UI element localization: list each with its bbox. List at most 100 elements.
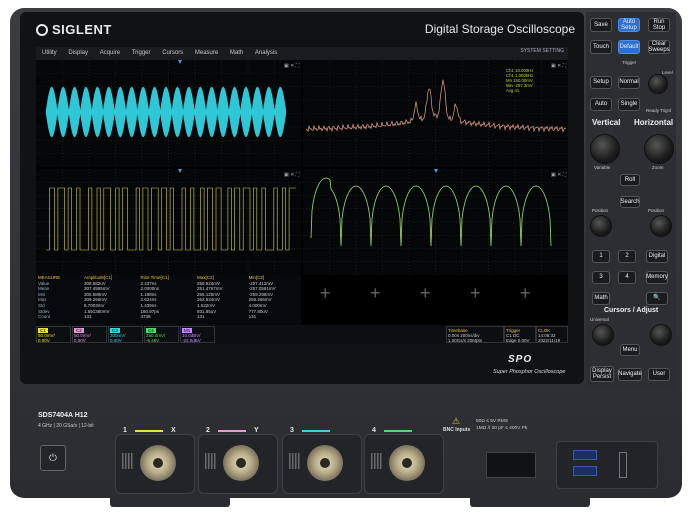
bnc-input-3[interactable] bbox=[282, 434, 362, 494]
menu-analysis[interactable]: Analysis bbox=[255, 50, 277, 56]
trigger-level-knob[interactable] bbox=[648, 74, 668, 94]
input-number-3: 3 bbox=[290, 427, 294, 434]
add-measure-icon[interactable]: + bbox=[470, 283, 481, 304]
bnc-input-1[interactable] bbox=[115, 434, 195, 494]
add-measure-icon[interactable]: + bbox=[320, 283, 331, 304]
power-button[interactable]: ⏻ bbox=[40, 445, 66, 471]
normal-button[interactable]: Normal bbox=[618, 76, 640, 89]
vertical-section-label: Vertical bbox=[592, 118, 621, 127]
channel-box-m1[interactable]: M1 10.0dBV/-22.0dBV bbox=[180, 326, 215, 343]
clear-sweeps-button[interactable]: Clear Sweeps bbox=[648, 40, 670, 54]
vertical-scale-knob[interactable] bbox=[590, 134, 620, 164]
bnc-input-2[interactable] bbox=[198, 434, 278, 494]
input-color-bar bbox=[302, 430, 330, 432]
timebase-rate: 1.00Gs/s bbox=[448, 338, 467, 343]
system-setting-status[interactable]: SYSTEM SETTING bbox=[520, 48, 564, 54]
save-button[interactable]: Save bbox=[590, 18, 612, 32]
memory-button[interactable]: Memory bbox=[646, 271, 668, 284]
input-axis-label: Y bbox=[254, 427, 259, 434]
universal-knob-b[interactable] bbox=[650, 324, 672, 346]
ready-indicator: Ready bbox=[646, 108, 660, 113]
channel-1-button[interactable]: 1 bbox=[592, 250, 610, 263]
usb-port[interactable] bbox=[573, 466, 597, 476]
menu-acquire[interactable]: Acquire bbox=[100, 50, 120, 56]
menu-measure[interactable]: Measure bbox=[195, 50, 218, 56]
single-button[interactable]: Single bbox=[618, 98, 640, 111]
auto-setup-button[interactable]: Auto Setup bbox=[618, 18, 640, 32]
menu-button[interactable]: Menu bbox=[620, 344, 640, 356]
setup-button[interactable]: Setup bbox=[590, 76, 612, 89]
bnc-pin bbox=[153, 458, 163, 468]
math-button[interactable]: Math bbox=[592, 292, 610, 305]
channel-setting: -22.0dBV bbox=[182, 338, 201, 343]
timebase-box[interactable]: Timebase 0.00s 200ns/div 1.00Gs/s 20Mpts bbox=[446, 326, 504, 343]
channel-3-button[interactable]: 3 bbox=[592, 271, 610, 284]
input-number-2: 2 bbox=[206, 427, 210, 434]
channel-setting: 0.00V bbox=[38, 338, 50, 343]
trigd-indicator: Trig'd bbox=[660, 108, 671, 113]
run-stop-button[interactable]: Run Stop bbox=[648, 18, 670, 32]
input-color-bar bbox=[135, 430, 163, 432]
input-axis-label: X bbox=[171, 427, 176, 434]
universal-knob-a[interactable] bbox=[592, 324, 614, 346]
menu-utility[interactable]: Utility bbox=[42, 50, 57, 56]
add-measure-icon[interactable]: + bbox=[420, 283, 431, 304]
table-cell: 131 bbox=[196, 314, 205, 320]
roll-button[interactable]: Roll bbox=[620, 174, 640, 186]
input-number-4: 4 bbox=[372, 427, 376, 434]
panel-icons-bottom-left[interactable]: ▣ ✕ ⛶ bbox=[284, 172, 300, 178]
menu-display[interactable]: Display bbox=[68, 50, 88, 56]
zoom-search-button[interactable]: 🔍 bbox=[646, 292, 668, 305]
user-button[interactable]: User bbox=[648, 368, 670, 381]
menu-math[interactable]: Math bbox=[230, 50, 243, 56]
siglent-logo-icon bbox=[36, 24, 48, 36]
universal-label: Universal bbox=[590, 317, 609, 322]
horizontal-scale-knob[interactable] bbox=[644, 134, 674, 164]
add-measure-icon[interactable]: + bbox=[520, 283, 531, 304]
menu-cursors[interactable]: Cursors bbox=[162, 50, 183, 56]
waveform-area[interactable]: ▣ ✕ ⛶ ▣ ✕ ⛶ ▣ ✕ ⛶ ▣ ✕ ⛶ Ch1 10.000Hz Ch1… bbox=[36, 60, 568, 275]
panel-icons-bottom-right[interactable]: ▣ ✕ ⛶ bbox=[551, 172, 567, 178]
power-icon: ⏻ bbox=[49, 452, 57, 464]
vertical-position-knob[interactable] bbox=[590, 215, 612, 237]
channel-box-c2[interactable]: C2 50.0mV/0.00V bbox=[72, 326, 107, 343]
probe-interface-icon bbox=[122, 453, 134, 469]
input-color-bar bbox=[384, 430, 412, 432]
aux-port[interactable] bbox=[619, 452, 627, 478]
bnc-inputs-label: BNC Inputs bbox=[443, 427, 471, 433]
trigger-level: 0.00V bbox=[517, 338, 530, 343]
cursors-adjust-label: Cursors / Adjust bbox=[604, 307, 659, 314]
table-cell: 4738 bbox=[140, 314, 151, 320]
channel-bar: C1 50.0mV/0.00V C2 50.0mV/0.00V C3 200mV/0.00… bbox=[36, 325, 568, 344]
bnc-pin bbox=[236, 458, 246, 468]
search-button[interactable]: Search bbox=[620, 196, 640, 208]
channel-4-button[interactable]: 4 bbox=[618, 271, 636, 284]
bnc-input-4[interactable] bbox=[364, 434, 444, 494]
default-button[interactable]: Default bbox=[618, 40, 640, 54]
channel-2-button[interactable]: 2 bbox=[618, 250, 636, 263]
bnc-pin bbox=[402, 458, 412, 468]
device-title: Digital Storage Oscilloscope bbox=[424, 22, 575, 36]
trigger-level-label: Level bbox=[662, 70, 673, 75]
navigate-button[interactable]: Navigate bbox=[618, 368, 642, 381]
display-persist-button[interactable]: Display Persist bbox=[590, 366, 614, 382]
touch-button[interactable]: Touch bbox=[590, 40, 612, 54]
bnc-spec-line: 1MΩ // 20 pF ≤ 400V Pk bbox=[476, 426, 528, 431]
channel-box-c3[interactable]: C3 200mV/0.00V bbox=[108, 326, 143, 343]
digital-button[interactable]: Digital bbox=[646, 250, 668, 263]
channel-box-c1[interactable]: C1 50.0mV/0.00V bbox=[36, 326, 71, 343]
usb-port[interactable] bbox=[573, 450, 597, 460]
table-cell: 131 bbox=[248, 314, 257, 320]
trigger-box[interactable]: Trigger C1 DC Edge 0.00V bbox=[504, 326, 536, 343]
horizontal-position-knob[interactable] bbox=[650, 215, 672, 237]
panel-icons-top-right[interactable]: ▣ ✕ ⛶ bbox=[551, 63, 567, 69]
auto-trigger-button[interactable]: Auto bbox=[590, 98, 612, 111]
horizontal-position-label: Position bbox=[648, 208, 665, 213]
table-row: Count 131 4738 131 131 bbox=[36, 314, 301, 320]
channel-box-c4[interactable]: C4 250.0mV/-5.48V bbox=[144, 326, 179, 343]
probe-interface-icon bbox=[371, 453, 383, 469]
menu-trigger[interactable]: Trigger bbox=[132, 50, 151, 56]
add-measure-icon[interactable]: + bbox=[370, 283, 381, 304]
panel-icons-top-left[interactable]: ▣ ✕ ⛶ bbox=[284, 63, 300, 69]
device-foot bbox=[470, 497, 590, 507]
